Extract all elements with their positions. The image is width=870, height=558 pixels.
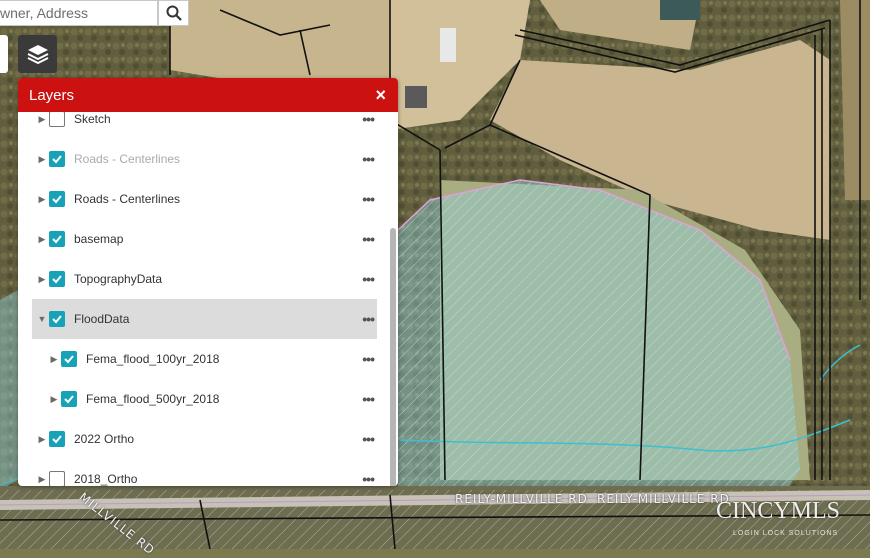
layer-row[interactable]: ▶ Roads - Centerlines ••• bbox=[32, 139, 377, 179]
caret-right-icon[interactable]: ▶ bbox=[37, 274, 47, 285]
layers-button[interactable] bbox=[18, 35, 57, 73]
checkmark-icon bbox=[64, 355, 74, 364]
layer-label: Fema_flood_100yr_2018 bbox=[86, 352, 220, 366]
layer-row[interactable]: ▶ Sketch ••• bbox=[32, 112, 377, 139]
checkmark-icon bbox=[52, 315, 62, 324]
layer-checkbox[interactable] bbox=[49, 112, 65, 127]
layer-label: Sketch bbox=[74, 112, 111, 126]
checkmark-icon bbox=[52, 235, 62, 244]
watermark-logo: CINCYMLS bbox=[716, 498, 841, 524]
caret-right-icon[interactable]: ▶ bbox=[49, 394, 59, 405]
more-options-icon[interactable]: ••• bbox=[362, 151, 375, 167]
layer-row[interactable]: ▶ 2022 Ortho ••• bbox=[32, 419, 377, 459]
layer-checkbox[interactable] bbox=[61, 391, 77, 407]
checkmark-icon bbox=[52, 155, 62, 164]
caret-right-icon[interactable]: ▶ bbox=[37, 434, 47, 445]
caret-right-icon[interactable]: ▶ bbox=[37, 194, 47, 205]
layer-label: FloodData bbox=[74, 312, 130, 326]
more-options-icon[interactable]: ••• bbox=[362, 271, 375, 287]
layer-label: Roads - Centerlines bbox=[74, 152, 181, 166]
caret-right-icon[interactable]: ▶ bbox=[49, 354, 59, 365]
caret-right-icon[interactable]: ▶ bbox=[37, 474, 47, 485]
search-input[interactable]: wner, Address bbox=[0, 0, 158, 26]
layers-panel: Layers × ▶ Sketch ••• ▶ Roads - Centerlines •… bbox=[18, 78, 398, 486]
layer-label: basemap bbox=[74, 232, 124, 246]
caret-down-icon[interactable]: ▼ bbox=[37, 314, 47, 324]
panel-title: Layers bbox=[29, 86, 75, 104]
watermark-subtitle: LOGIN LOCK SOLUTIONS bbox=[733, 530, 839, 537]
caret-right-icon[interactable]: ▶ bbox=[37, 114, 47, 125]
checkmark-icon bbox=[52, 195, 62, 204]
road-label: REILY-MILLVILLE RD bbox=[455, 492, 588, 506]
more-options-icon[interactable]: ••• bbox=[362, 311, 375, 327]
layer-label: Roads - Centerlines bbox=[74, 192, 181, 206]
layer-checkbox[interactable] bbox=[61, 351, 77, 367]
more-options-icon[interactable]: ••• bbox=[362, 231, 375, 247]
search-icon bbox=[166, 5, 182, 21]
caret-right-icon[interactable]: ▶ bbox=[37, 234, 47, 245]
layer-row[interactable]: ▶ Fema_flood_100yr_2018 ••• bbox=[32, 339, 377, 379]
layer-checkbox[interactable] bbox=[49, 431, 65, 447]
layer-checkbox[interactable] bbox=[49, 311, 65, 327]
layer-row[interactable]: ▶ Roads - Centerlines ••• bbox=[32, 179, 377, 219]
checkmark-icon bbox=[64, 395, 74, 404]
road-label: REILY-MILLVILLE RD bbox=[597, 492, 730, 506]
more-options-icon[interactable]: ••• bbox=[362, 471, 375, 486]
more-options-icon[interactable]: ••• bbox=[362, 431, 375, 447]
layers-panel-header: Layers × bbox=[18, 78, 398, 112]
checkmark-icon bbox=[52, 275, 62, 284]
layer-row[interactable]: ▶ Fema_flood_500yr_2018 ••• bbox=[32, 379, 377, 419]
layer-checkbox[interactable] bbox=[49, 191, 65, 207]
more-options-icon[interactable]: ••• bbox=[362, 351, 375, 367]
layer-row[interactable]: ▼ FloodData ••• bbox=[32, 299, 377, 339]
layer-label: TopographyData bbox=[74, 272, 163, 286]
layer-label: Fema_flood_500yr_2018 bbox=[86, 392, 220, 406]
layer-checkbox[interactable] bbox=[49, 271, 65, 287]
layer-row[interactable]: ▶ basemap ••• bbox=[32, 219, 377, 259]
layer-checkbox[interactable] bbox=[49, 471, 65, 486]
layer-row[interactable]: ▶ TopographyData ••• bbox=[32, 259, 377, 299]
caret-right-icon[interactable]: ▶ bbox=[37, 154, 47, 165]
checkmark-icon bbox=[52, 435, 62, 444]
search-button[interactable] bbox=[158, 0, 189, 26]
more-options-icon[interactable]: ••• bbox=[362, 391, 375, 407]
close-icon[interactable]: × bbox=[375, 85, 386, 106]
more-options-icon[interactable]: ••• bbox=[362, 112, 375, 127]
map-control-edge[interactable] bbox=[0, 35, 8, 73]
layer-checkbox[interactable] bbox=[49, 231, 65, 247]
more-options-icon[interactable]: ••• bbox=[362, 191, 375, 207]
layers-icon bbox=[27, 45, 48, 65]
layer-checkbox[interactable] bbox=[49, 151, 65, 167]
scrollbar[interactable] bbox=[390, 228, 396, 486]
layer-row[interactable]: ▶ 2018_Ortho ••• bbox=[32, 459, 377, 486]
layer-label: 2018_Ortho bbox=[74, 472, 138, 486]
layer-list: ▶ Sketch ••• ▶ Roads - Centerlines ••• ▶ Roads … bbox=[18, 112, 398, 486]
layer-label: 2022 Ortho bbox=[74, 432, 135, 446]
